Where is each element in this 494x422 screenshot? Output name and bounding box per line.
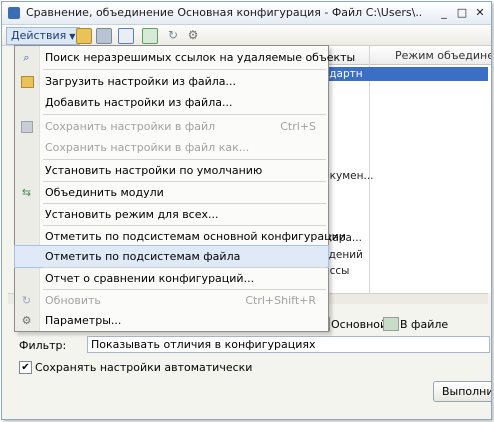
menu-item-add-settings[interactable]: Добавить настройки из файла... (15, 92, 328, 113)
autosave-checkbox[interactable]: ✔ (19, 361, 32, 374)
run-button[interactable]: Выполнить (433, 381, 491, 402)
filter-label: Фильтр: (19, 339, 67, 352)
menu-item-default-settings[interactable]: Установить настройки по умолчанию (15, 160, 328, 181)
actions-menu-button[interactable]: Действия ▼ (6, 27, 81, 45)
folder-open-icon[interactable] (76, 28, 92, 44)
main-config-legend-label: Основной (331, 318, 388, 331)
app-icon (8, 7, 20, 19)
maximize-button[interactable]: □ (456, 7, 468, 19)
actions-label: Действия (11, 29, 67, 42)
find-refs-icon[interactable] (118, 28, 134, 44)
merge-icon[interactable] (142, 28, 158, 44)
menu-item-mark-by-file-subsystems[interactable]: Отметить по подсистемам файла (14, 245, 329, 268)
menu-item-mark-by-main-subsystems[interactable]: Отметить по подсистемам основной конфигу… (15, 226, 346, 247)
compare-merge-window: Сравнение, объединение Основная конфигур… (1, 1, 492, 420)
actions-dropdown-menu: ⌕ Поиск неразрешимых ссылок на удаляемые… (14, 45, 355, 332)
menu-item-merge-modules[interactable]: ⇆ Объединить модули (15, 182, 328, 203)
menu-item-parameters[interactable]: ⚙ Параметры... (15, 310, 328, 331)
dropdown-arrow-icon: ▼ (69, 32, 76, 41)
filter-select[interactable]: Показывать отличия в конфигурациях (87, 336, 490, 353)
title-bar: Сравнение, объединение Основная конфигур… (2, 2, 491, 25)
settings-icon: ⚙ (21, 314, 32, 327)
refresh-icon[interactable]: ↻ (166, 28, 180, 42)
toolbar: Действия ▼ ↻ ⚙ (2, 25, 491, 46)
menu-item-set-mode-all[interactable]: Установить режим для всех... (15, 204, 328, 225)
refresh-icon: ↻ (21, 294, 32, 307)
close-button[interactable]: ✕ (474, 7, 486, 19)
autosave-label: Сохранять настройки автоматически (35, 361, 253, 374)
menu-item-save-settings[interactable]: Сохранить настройки в файл Ctrl+S (15, 116, 328, 137)
menu-item-find-unresolved-refs[interactable]: ⌕ Поиск неразрешимых ссылок на удаляемые… (15, 47, 355, 68)
file-config-legend-label: В файле (400, 318, 449, 331)
settings-icon[interactable]: ⚙ (186, 28, 200, 42)
minimize-button[interactable]: _ (438, 7, 450, 19)
window-title: Сравнение, объединение Основная конфигур… (26, 6, 421, 19)
file-config-swatch (383, 317, 399, 331)
merge-modules-icon: ⇆ (21, 186, 32, 199)
folder-open-icon (21, 76, 34, 88)
menu-separator (43, 69, 326, 70)
save-icon[interactable] (96, 28, 112, 44)
menu-separator (43, 114, 326, 115)
merge-mode-column-header[interactable]: Режим объединения и (395, 49, 491, 62)
menu-item-comparison-report[interactable]: Отчет о сравнении конфигураций... (15, 268, 328, 289)
menu-item-load-settings[interactable]: Загрузить настройки из файла... (15, 71, 328, 92)
find-refs-icon: ⌕ (23, 51, 30, 64)
menu-item-save-settings-as[interactable]: Сохранить настройки в файл как... (15, 137, 328, 158)
save-icon (21, 121, 33, 133)
comparison-tree-grid[interactable]: Режим объединения и андартн ы и докумен.… (316, 46, 491, 293)
menu-item-refresh[interactable]: ↻ Обновить Ctrl+Shift+R (15, 290, 328, 311)
